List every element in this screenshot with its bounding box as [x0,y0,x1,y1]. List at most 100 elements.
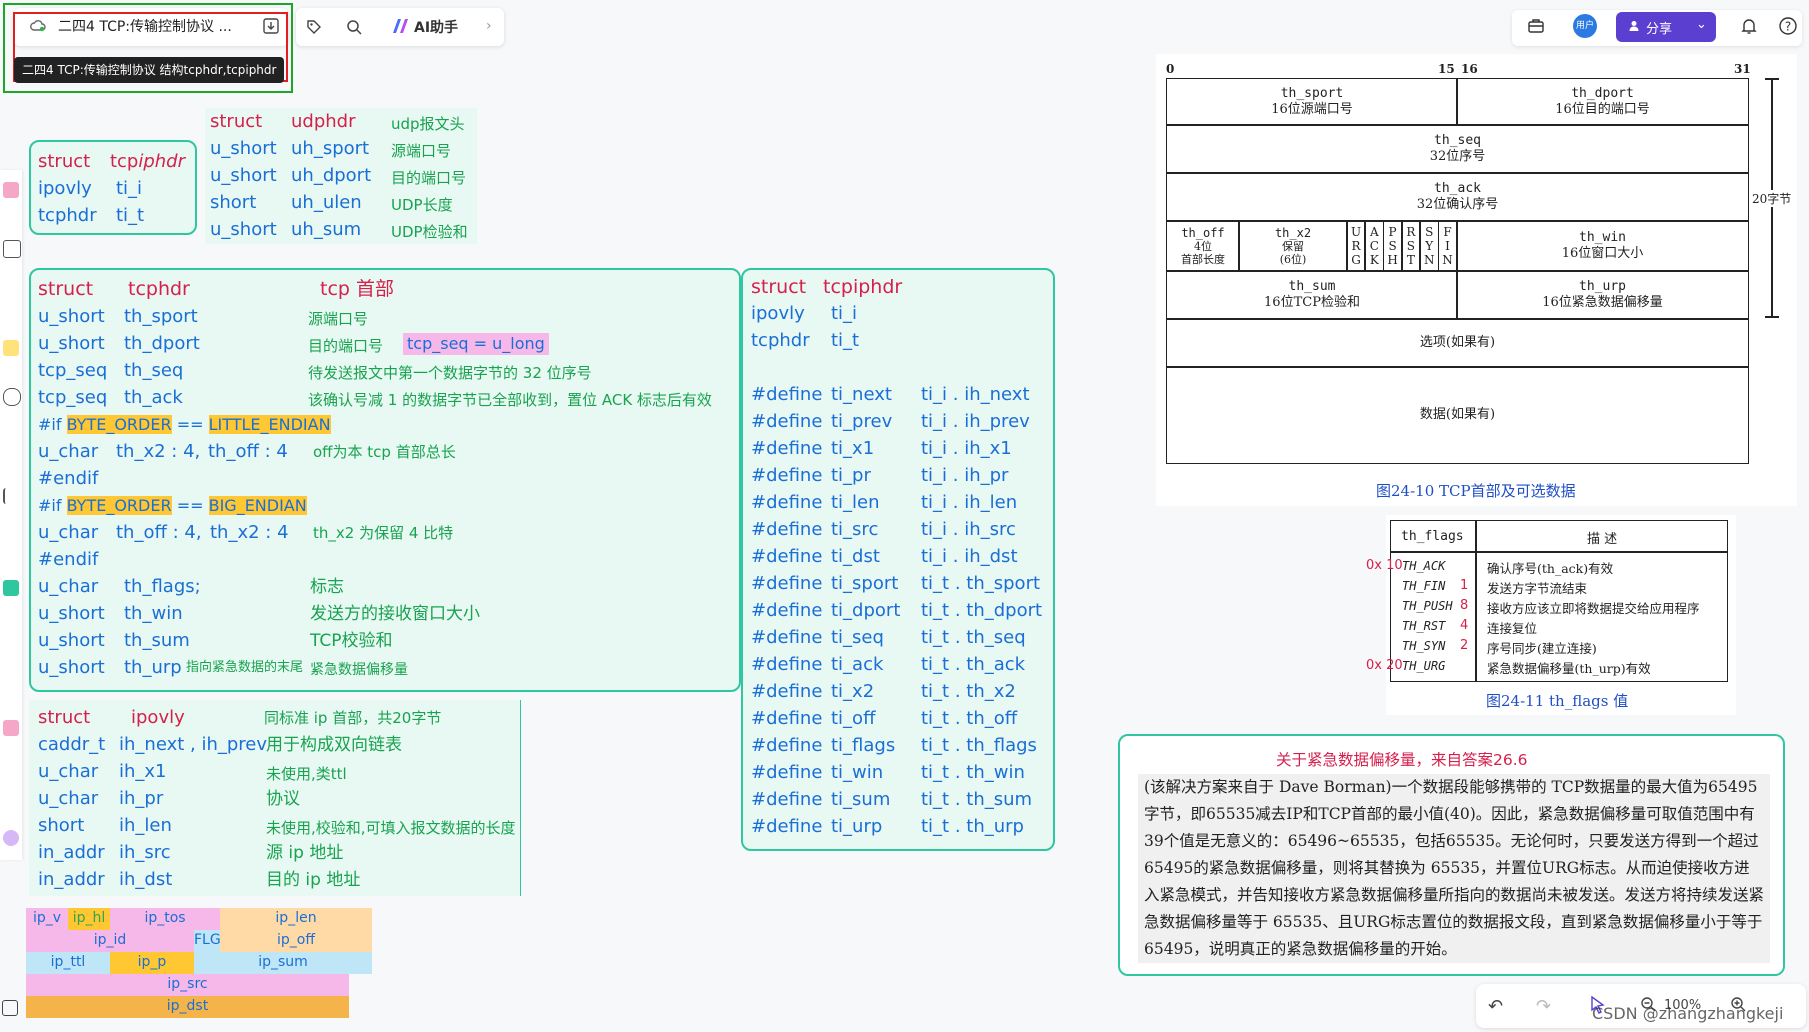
define-name: ti_ack [831,654,884,675]
flags-head-name: th_flags [1401,529,1464,544]
bit-label-15: 15 [1438,62,1455,76]
define-value: ti_i . ih_pr [921,465,1009,486]
flag-cell: R S T [1400,220,1421,272]
search-icon[interactable] [340,13,368,41]
cell-desc: 32位确认序号 [1416,197,1499,212]
field-comment: 未使用,类ttl [266,765,347,783]
share-button[interactable]: 分享 ⌄ [1616,12,1716,42]
field-type: u_char [38,522,99,543]
cell-desc: 16位TCP检验和 [1264,295,1360,310]
field-type: ipovly [38,178,92,199]
ai-assistant-button[interactable]: AI助手 [414,17,458,37]
cell-field: th_x2 [1274,225,1312,240]
field-comment: 紧急数据偏移量 [310,662,408,678]
udp-type: struct [210,111,263,132]
bell-icon[interactable] [1740,17,1758,39]
title-tooltip: 二四4 TCP:传输控制协议 结构tcphdr,tcpiphdr [14,57,285,83]
field-comment: 待发送报文中第一个数据字节的 32 位序号 [308,364,592,382]
cell-sport: th_sport 16位源端口号 [1166,78,1458,126]
flags-head-desc: 描 述 [1587,532,1618,547]
cell-ack: th_ack 32位确认序号 [1166,172,1749,222]
field-comment: th_x2 为保留 4 比特 [313,524,454,542]
udp-comment: udp报文头 [391,115,465,133]
briefcase-icon[interactable] [1527,17,1545,39]
preprocessor-if: #if [38,496,62,515]
define-name: ti_x2 [831,681,875,702]
struct-name-italic: iphdr [138,151,185,172]
flag-name: TH_PUSH [1402,599,1453,613]
minimap-icon[interactable] [2,1000,18,1016]
struct-name: tcp [109,151,139,172]
ip-p-cell: ip_p [110,952,194,974]
flag-hex: 0x 10 [1366,558,1403,573]
share-label: 分享 [1646,22,1673,37]
define-name: ti_dport [831,600,901,621]
define-value: ti_t . th_sport [921,573,1041,594]
field-type: u_short [38,333,105,354]
ai-logo-icon [392,18,410,38]
define-keyword: #define [751,465,823,486]
note-tool-icon[interactable] [3,340,19,356]
chevron-down-icon[interactable]: ⌄ [1696,17,1707,32]
field-comment: 未使用,校验和,可填入报文数据的长度 [266,819,516,837]
redo-icon[interactable]: ↷ [1536,996,1551,1017]
field-name: ih_src [119,842,171,863]
udp-type: u_short [210,165,277,186]
shape-tool-icon[interactable] [3,388,21,406]
ip-header-layout[interactable]: ip_v ip_hl ip_tos ip_len ip_id FLG ip_of… [26,908,372,1020]
avatar[interactable]: 用户 [1573,14,1597,38]
flag-desc: 紧急数据偏移量(th_urp)有效 [1487,661,1651,676]
operator: == [176,415,204,434]
udp-comment: 源端口号 [391,142,452,160]
flag-bit: 2 [1460,638,1469,653]
define-keyword: #define [751,627,823,648]
define-name: ti_len [831,492,880,513]
field-comment: 该确认号减 1 的数据字节已全部收到，置位 ACK 标志后有效 [308,391,712,409]
field-name: th_dport [124,333,200,354]
struct-comment: tcp 首部 [320,278,394,300]
field-type: u_short [38,630,105,651]
field-comment: 用于构成双向链表 [266,735,402,755]
help-icon[interactable]: ? [1778,16,1798,40]
define-value: ti_t . th_ack [921,654,1026,675]
define-value: ti_t . th_x2 [921,681,1016,702]
field-name: th_urp [124,657,182,678]
sticky-note-icon[interactable] [3,182,19,198]
field-comment: 源端口号 [308,310,369,328]
define-keyword: #define [751,600,823,621]
macro-endian: BIG_ENDIAN [208,496,307,515]
flag-desc: 发送方字节流结束 [1487,581,1588,596]
chevron-right-icon[interactable]: › [486,18,492,34]
cell-seq: th_seq 32位序号 [1166,124,1749,174]
define-keyword: #define [751,816,823,837]
cell-field: th_win [1579,230,1626,245]
table-tool-icon[interactable] [3,580,19,596]
ip-dst-cell: ip_dst [26,996,349,1018]
ip-flags-cell: FLG [194,930,221,952]
flag-name: TH_SYN [1402,639,1446,653]
define-keyword: #define [751,654,823,675]
more-tools-icon[interactable] [3,830,19,846]
field-comment: 源 ip 地址 [266,843,344,863]
preprocessor-if: #if [38,415,62,434]
struct-name: tcpiphdr [823,276,903,298]
pen-tool-icon[interactable] [3,488,21,504]
mindmap-tool-icon[interactable] [3,720,19,736]
tag-icon[interactable] [300,13,328,41]
flag-cell: A C K [1364,220,1385,272]
define-keyword: #define [751,519,823,540]
define-keyword: #define [751,708,823,729]
field-name: th_ack [124,387,183,408]
text-tool-icon[interactable] [3,240,21,258]
ip-hl-cell: ip_hl [68,908,110,930]
field-comment: off为本 tcp 首部总长 [313,443,456,461]
cell-field: th_seq [1434,133,1481,148]
cell-field: th_dport [1571,86,1634,101]
define-name: ti_x1 [831,438,875,459]
cell-data: 数据(如果有) [1166,366,1749,464]
define-value: ti_i . ih_x1 [921,438,1012,459]
tcphdr-box[interactable] [29,268,741,692]
flags-caption: 图24-11 th_flags 值 [1486,692,1629,710]
undo-icon[interactable]: ↶ [1488,996,1503,1017]
field-type: u_char [38,576,99,597]
